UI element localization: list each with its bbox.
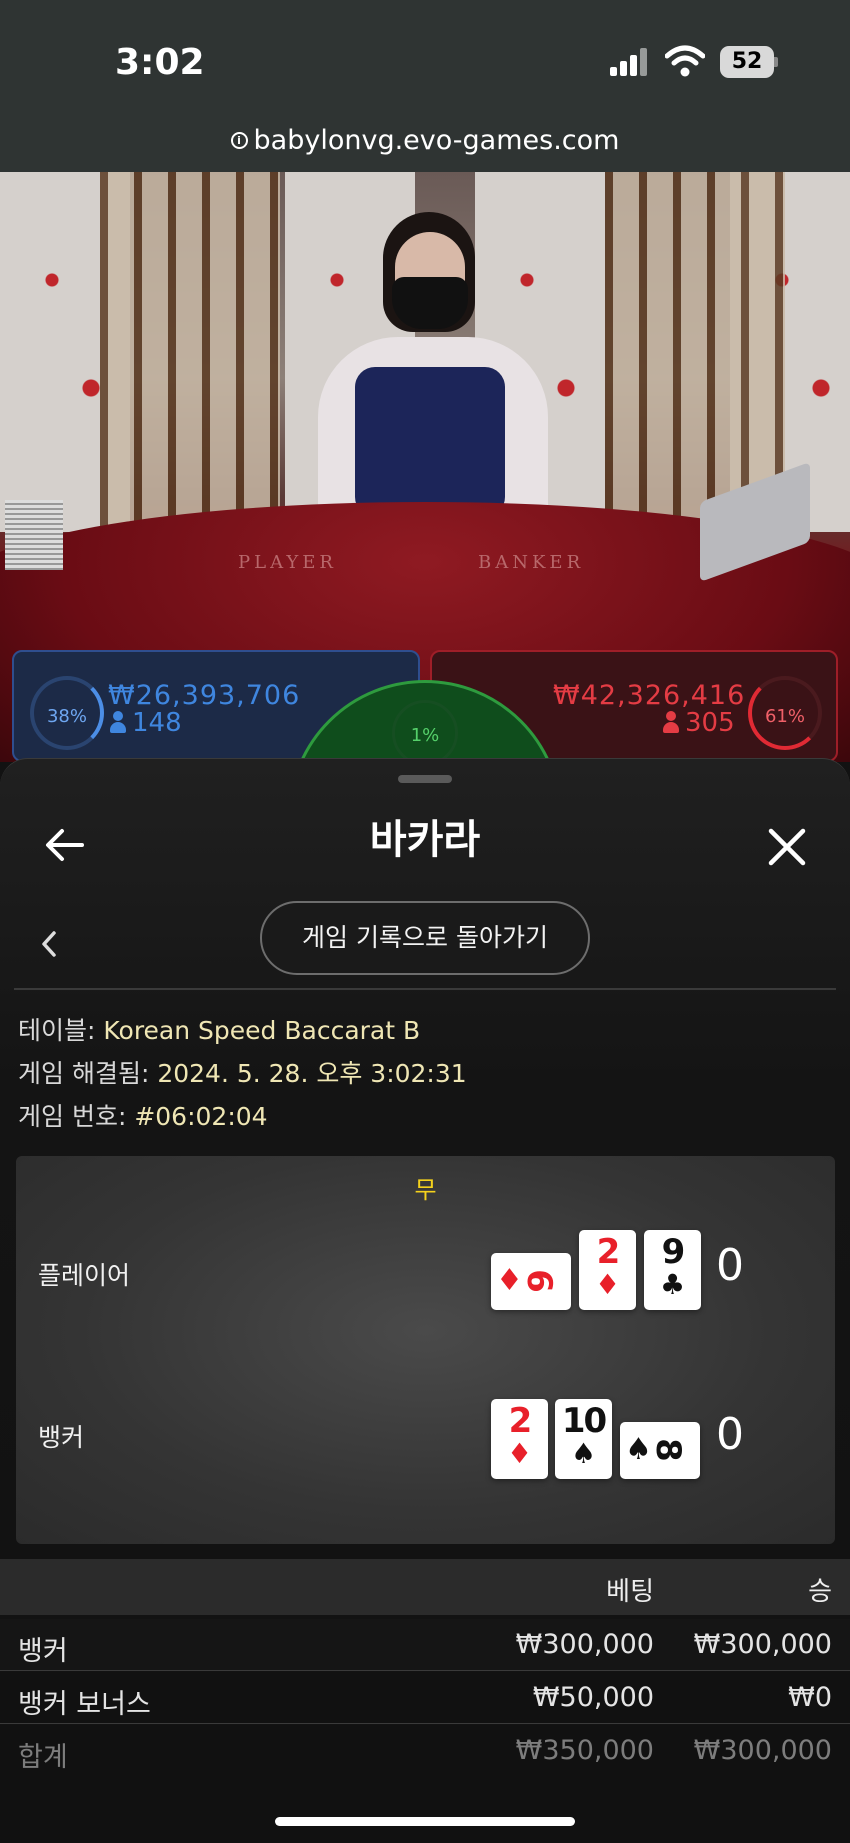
player-card-3: 9 ♣ bbox=[644, 1230, 701, 1310]
sheet-drag-handle[interactable] bbox=[398, 775, 452, 783]
tie-percent: 1% bbox=[392, 700, 458, 766]
person-icon bbox=[110, 711, 126, 733]
back-to-history-button[interactable]: 게임 기록으로 돌아가기 bbox=[260, 901, 590, 975]
cellular-signal-icon bbox=[610, 48, 650, 76]
home-indicator[interactable] bbox=[275, 1817, 575, 1826]
player-score: 0 bbox=[716, 1240, 744, 1291]
banker-card-1: 2 ♦ bbox=[491, 1399, 548, 1479]
close-icon[interactable] bbox=[767, 827, 807, 867]
battery-icon: 52 bbox=[720, 46, 778, 78]
status-bar: 3:02 52 bbox=[0, 0, 850, 125]
banker-card-3: ♠ 8 bbox=[620, 1422, 700, 1479]
player-amount: ₩26,393,706 bbox=[108, 680, 301, 711]
player-card-1: ♦ 6 bbox=[491, 1253, 571, 1310]
bet-column-header: 베팅 bbox=[606, 1577, 654, 1607]
player-card-2: 2 ♦ bbox=[579, 1230, 636, 1310]
player-count: 148 bbox=[110, 708, 182, 738]
banker-row-label: 뱅커 bbox=[38, 1423, 85, 1452]
url-text: babylonvg.evo-games.com bbox=[253, 125, 620, 156]
info-icon: i bbox=[230, 132, 248, 149]
table-row: 뱅커 ₩300,000 ₩300,000 bbox=[0, 1619, 850, 1671]
banker-count: 305 bbox=[663, 708, 735, 738]
person-icon bbox=[663, 711, 679, 733]
divider bbox=[14, 988, 836, 990]
resolved-info: 게임 해결됨: 2024. 5. 28. 오후 3:02:31 bbox=[18, 1059, 467, 1088]
table-text-player: PLAYER bbox=[238, 552, 337, 573]
banker-amount: ₩42,326,416 bbox=[553, 680, 746, 711]
table-text-banker: BANKER bbox=[478, 552, 585, 573]
card-stack-icon bbox=[5, 500, 63, 570]
game-history-sheet: 바카라 게임 기록으로 돌아가기 테이블: Korean Speed Bacca… bbox=[0, 758, 850, 1843]
total-row: 합계 ₩350,000 ₩300,000 bbox=[0, 1725, 850, 1777]
sheet-title: 바카라 bbox=[369, 817, 481, 863]
game-result: 무 플레이어 뱅커 ♦ 6 2 ♦ 9 ♣ 0 2 ♦ 10 ♠ ♠ 8 0 bbox=[16, 1156, 835, 1544]
banker-score: 0 bbox=[716, 1409, 744, 1460]
game-number-info: 게임 번호: #06:02:04 bbox=[18, 1102, 268, 1131]
address-bar[interactable]: i babylonvg.evo-games.com bbox=[0, 125, 850, 172]
banker-card-2: 10 ♠ bbox=[555, 1399, 612, 1479]
status-time: 3:02 bbox=[115, 42, 205, 83]
battery-level: 52 bbox=[720, 46, 774, 78]
bets-header: 베팅 승 bbox=[0, 1559, 850, 1615]
table-row: 뱅커 보너스 ₩50,000 ₩0 bbox=[0, 1672, 850, 1724]
banker-percent: 61% bbox=[748, 676, 822, 750]
win-column-header: 승 bbox=[808, 1577, 832, 1607]
wifi-icon bbox=[665, 45, 705, 77]
table-info: 테이블: Korean Speed Baccarat B bbox=[18, 1016, 421, 1045]
player-row-label: 플레이어 bbox=[38, 1261, 131, 1290]
outcome-label: 무 bbox=[414, 1176, 437, 1204]
player-percent: 38% bbox=[30, 676, 104, 750]
chevron-left-icon[interactable] bbox=[38, 929, 60, 959]
